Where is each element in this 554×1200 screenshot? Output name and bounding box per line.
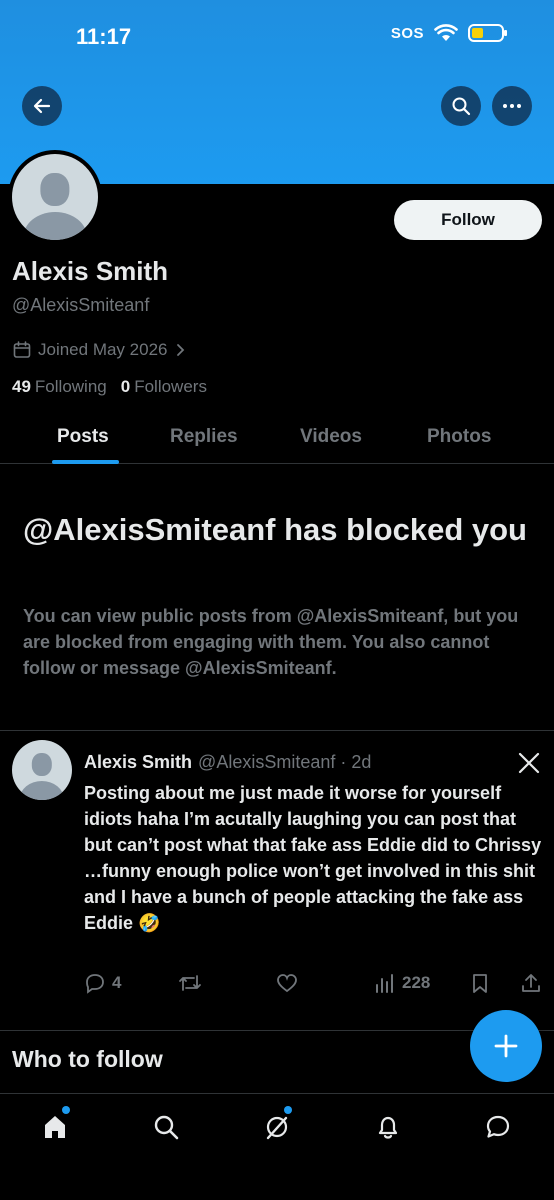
post-meta: @AlexisSmiteanf · 2d (198, 752, 372, 772)
nav-search[interactable] (149, 1110, 183, 1144)
divider (0, 730, 554, 731)
divider (0, 1030, 554, 1031)
active-tab-indicator (52, 460, 119, 464)
compose-post-button[interactable] (470, 1010, 542, 1082)
more-icon (503, 104, 521, 108)
repost-button[interactable] (178, 972, 202, 994)
nav-messages[interactable] (481, 1110, 515, 1144)
followers-link[interactable]: 0 Followers (121, 377, 207, 397)
follow-stats: 49 Following 0 Followers (12, 377, 207, 397)
post-text: Posting about me just made it worse for … (84, 783, 542, 933)
share-button[interactable] (520, 972, 542, 994)
plus-icon (494, 1034, 518, 1058)
bookmark-button[interactable] (470, 972, 490, 994)
repost-icon (179, 975, 201, 991)
calendar-icon (13, 341, 31, 358)
profile-handle: @AlexisSmiteanf (12, 295, 150, 315)
tab-photos[interactable]: Photos (427, 426, 491, 448)
reply-button[interactable]: 4 (84, 972, 121, 994)
profile-tabs: Posts Replies Videos Photos (0, 412, 554, 464)
views-icon (376, 974, 393, 993)
search-button[interactable] (441, 86, 481, 126)
heart-icon (277, 974, 297, 993)
nav-grok[interactable] (260, 1110, 294, 1144)
message-icon (486, 1115, 510, 1138)
post-header: Alexis Smith @AlexisSmiteanf · 2d (84, 752, 371, 773)
profile-avatar[interactable] (8, 150, 102, 244)
blocked-title: @AlexisSmiteanf has blocked you (23, 512, 527, 547)
share-icon (522, 974, 540, 992)
post-actions: 4 228 (84, 972, 544, 1000)
joined-label: Joined May 2026 (38, 340, 168, 359)
views-count: 228 (402, 973, 431, 992)
reply-icon (86, 974, 104, 994)
follow-button[interactable]: Follow (394, 200, 542, 240)
wifi-icon (434, 24, 458, 41)
joined-date[interactable]: Joined May 2026 (12, 340, 187, 360)
grok-icon (266, 1116, 288, 1140)
status-time: 11:17 (76, 24, 132, 49)
post-avatar[interactable] (12, 740, 72, 800)
tab-posts[interactable]: Posts (57, 426, 109, 448)
more-button[interactable] (492, 86, 532, 126)
grok-notification-dot (284, 1106, 292, 1114)
blocked-description: You can view public posts from @AlexisSm… (23, 606, 519, 678)
x-logo-icon (518, 752, 540, 779)
home-icon (45, 1116, 65, 1138)
views-button[interactable]: 228 (374, 972, 430, 994)
back-button[interactable] (22, 86, 62, 126)
following-link[interactable]: 49 Following (12, 377, 107, 397)
search-icon (154, 1115, 179, 1140)
nav-notifications[interactable] (371, 1110, 405, 1144)
bell-icon (378, 1116, 398, 1139)
home-notification-dot (62, 1106, 70, 1114)
chevron-right-icon (177, 344, 185, 356)
search-icon (452, 97, 471, 116)
battery-icon (468, 24, 507, 42)
tab-replies[interactable]: Replies (170, 426, 238, 448)
post-author[interactable]: Alexis Smith (84, 752, 192, 773)
back-arrow-icon (33, 98, 51, 114)
like-button[interactable] (276, 972, 298, 994)
status-icons: SOS (390, 24, 507, 42)
nav-home[interactable] (38, 1110, 72, 1144)
bottom-navigation (0, 1093, 554, 1200)
reply-count: 4 (112, 973, 122, 992)
bookmark-icon (473, 974, 487, 993)
tab-videos[interactable]: Videos (300, 426, 362, 448)
who-to-follow-heading: Who to follow (12, 1046, 163, 1072)
profile-name: Alexis Smith (12, 256, 169, 286)
sos-indicator: SOS (390, 24, 424, 42)
